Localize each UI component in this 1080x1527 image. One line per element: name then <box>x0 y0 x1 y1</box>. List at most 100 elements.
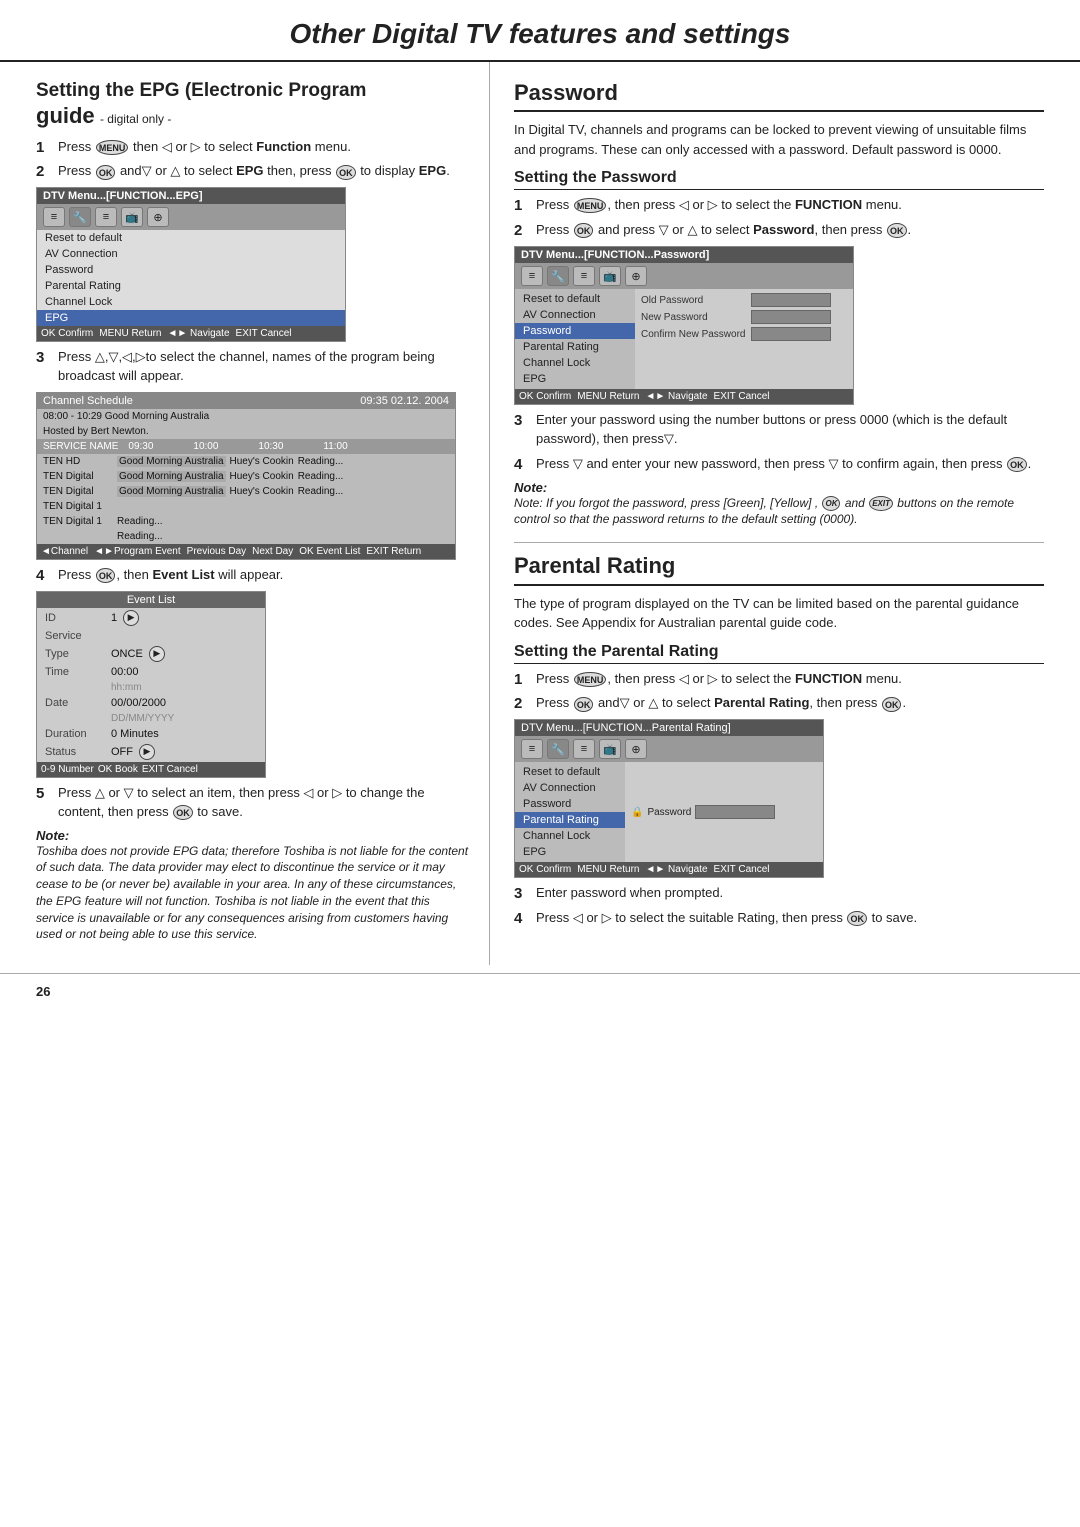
ev-row-id: ID 1 ▶ <box>37 608 265 628</box>
parental-step-num-2: 2 <box>514 694 536 712</box>
epg-menu-item-av: AV Connection <box>37 246 345 262</box>
pm-field-newpass: New Password <box>641 310 847 324</box>
password-title: Password <box>514 80 1044 112</box>
epg-menu-item-password: Password <box>37 262 345 278</box>
pm-ico-4: 📺 <box>599 266 621 286</box>
ok-icon-note: OK <box>822 496 840 511</box>
pr-item-parental: Parental Rating <box>515 812 625 828</box>
icon-tool: 🔧 <box>69 207 91 227</box>
pm-ico-3: ≡ <box>573 266 595 286</box>
schedule-box: Channel Schedule 09:35 02.12. 2004 08:00… <box>36 392 456 560</box>
ok-icon-parental2b: OK <box>882 697 902 712</box>
pm-confirm-input <box>751 327 831 341</box>
parental-step-num-1: 1 <box>514 670 536 688</box>
pm-item-av: AV Connection <box>515 307 635 323</box>
pr-item-reset: Reset to default <box>515 764 625 780</box>
ok-icon-pass2b: OK <box>887 223 907 238</box>
pr-ico-1: ≡ <box>521 739 543 759</box>
ev-arrow-type: ▶ <box>149 646 165 662</box>
parental-title: Parental Rating <box>514 553 1044 585</box>
epg-menu-footer: OK Confirm MENU Return ◄► Navigate EXIT … <box>37 326 345 341</box>
pm-ico-5: ⊕ <box>625 266 647 286</box>
password-intro: In Digital TV, channels and programs can… <box>514 120 1044 159</box>
step-num-4: 4 <box>36 566 58 584</box>
schedule-title-left: Channel Schedule <box>43 395 133 407</box>
password-menu-box: DTV Menu...[FUNCTION...Password] ≡ 🔧 ≡ 📺… <box>514 246 854 405</box>
pass-step-num-3: 3 <box>514 411 536 429</box>
schedule-data-row-4: TEN Digital 1 <box>37 499 455 514</box>
pass-step-body-2: Press OK and press ▽ or △ to select Pass… <box>536 221 1044 240</box>
ev-row-time-fmt: hh:mm <box>37 680 265 695</box>
epg-menu-item-epg: EPG <box>37 310 345 326</box>
schedule-row2: Hosted by Bert Newton. <box>37 424 455 439</box>
epg-step-1: 1 Press MENU then ◁ or ▷ to select Funct… <box>36 138 471 157</box>
pm-item-parental: Parental Rating <box>515 339 635 355</box>
schedule-data-row-6: Reading... <box>37 529 455 544</box>
section-divider <box>514 542 1044 543</box>
pr-item-channellock: Channel Lock <box>515 828 625 844</box>
pr-menu-footer: OK Confirm MENU Return ◄► Navigate EXIT … <box>515 862 823 877</box>
parental-step-body-1: Press MENU, then press ◁ or ▷ to select … <box>536 670 1044 689</box>
pass-menu-body: Reset to default AV Connection Password … <box>515 289 853 389</box>
parental-step-num-3: 3 <box>514 884 536 902</box>
pr-menu-list: Reset to default AV Connection Password … <box>515 762 625 862</box>
menu-icon-pass1: MENU <box>574 198 607 213</box>
pr-body: Reset to default AV Connection Password … <box>515 762 823 862</box>
epg-section-title: Setting the EPG (Electronic Program guid… <box>36 80 471 130</box>
page-number: 26 <box>36 984 50 999</box>
ok-icon-pass4: OK <box>1007 457 1027 472</box>
step-body-2: Press OK and▽ or △ to select EPG then, p… <box>58 162 471 181</box>
pr-item-epg: EPG <box>515 844 625 860</box>
schedule-col-headers: SERVICE NAME 09:30 10:00 10:30 11:00 <box>37 439 455 454</box>
pr-ico-3: ≡ <box>573 739 595 759</box>
pass-step-2: 2 Press OK and press ▽ or △ to select Pa… <box>514 221 1044 240</box>
icon-list: ≡ <box>43 207 65 227</box>
ok-icon: OK <box>96 165 116 180</box>
schedule-data-row-2: TEN Digital Good Morning Australia Huey'… <box>37 469 455 484</box>
ev-row-service: Service <box>37 628 265 644</box>
ev-row-duration: Duration 0 Minutes <box>37 726 265 742</box>
epg-menu-item-parental: Parental Rating <box>37 278 345 294</box>
page-title: Other Digital TV features and settings <box>0 18 1080 50</box>
parental-step-2: 2 Press OK and▽ or △ to select Parental … <box>514 694 1044 713</box>
icon-tv: 📺 <box>121 207 143 227</box>
epg-menu-box: DTV Menu...[FUNCTION...EPG] ≡ 🔧 ≡ 📺 ⊕ Re… <box>36 187 346 342</box>
ok-icon-pass2: OK <box>574 223 594 238</box>
schedule-footer: ◄Channel ◄►Program Event Previous Day Ne… <box>37 544 455 559</box>
pm-field-confirm: Confirm New Password <box>641 327 847 341</box>
pass-step-1: 1 Press MENU, then press ◁ or ▷ to selec… <box>514 196 1044 215</box>
pass-step-body-1: Press MENU, then press ◁ or ▷ to select … <box>536 196 1044 215</box>
pm-ico-1: ≡ <box>521 266 543 286</box>
epg-step-4: 4 Press OK, then Event List will appear. <box>36 566 471 585</box>
epg-menu-icons: ≡ 🔧 ≡ 📺 ⊕ <box>37 204 345 230</box>
setting-password-title: Setting the Password <box>514 169 1044 190</box>
pr-menu-icons: ≡ 🔧 ≡ 📺 ⊕ <box>515 736 823 762</box>
ev-arrow-status: ▶ <box>139 744 155 760</box>
pr-ico-2: 🔧 <box>547 739 569 759</box>
pm-item-reset: Reset to default <box>515 291 635 307</box>
pr-password-input <box>695 805 775 819</box>
pr-fields: 🔒 Password <box>625 762 823 862</box>
ev-row-date: Date 00/00/2000 <box>37 695 265 711</box>
setting-parental-title: Setting the Parental Rating <box>514 643 1044 664</box>
epg-step-2: 2 Press OK and▽ or △ to select EPG then,… <box>36 162 471 181</box>
pass-step-num-4: 4 <box>514 455 536 473</box>
schedule-titlebar: Channel Schedule 09:35 02.12. 2004 <box>37 393 455 409</box>
pass-menu-footer: OK Confirm MENU Return ◄► Navigate EXIT … <box>515 389 853 404</box>
pr-menu-titlebar: DTV Menu...[FUNCTION...Parental Rating] <box>515 720 823 736</box>
parental-step-4: 4 Press ◁ or ▷ to select the suitable Ra… <box>514 909 1044 928</box>
pm-item-epg: EPG <box>515 371 635 387</box>
ev-row-type: Type ONCE ▶ <box>37 644 265 664</box>
right-column: Password In Digital TV, channels and pro… <box>490 62 1080 965</box>
eventlist-titlebar: Event List <box>37 592 265 608</box>
parental-step-body-2: Press OK and▽ or △ to select Parental Ra… <box>536 694 1044 713</box>
ev-row-time: Time 00:00 <box>37 664 265 680</box>
epg-menu-item-reset: Reset to default <box>37 230 345 246</box>
schedule-title-right: 09:35 02.12. 2004 <box>360 395 449 407</box>
parental-step-1: 1 Press MENU, then press ◁ or ▷ to selec… <box>514 670 1044 689</box>
menu-icon-parental1: MENU <box>574 672 607 687</box>
parental-intro: The type of program displayed on the TV … <box>514 594 1044 633</box>
step-num-3: 3 <box>36 348 58 366</box>
step-num-1: 1 <box>36 138 58 156</box>
eventlist-box: Event List ID 1 ▶ Service Type ONCE ▶ Ti… <box>36 591 266 778</box>
